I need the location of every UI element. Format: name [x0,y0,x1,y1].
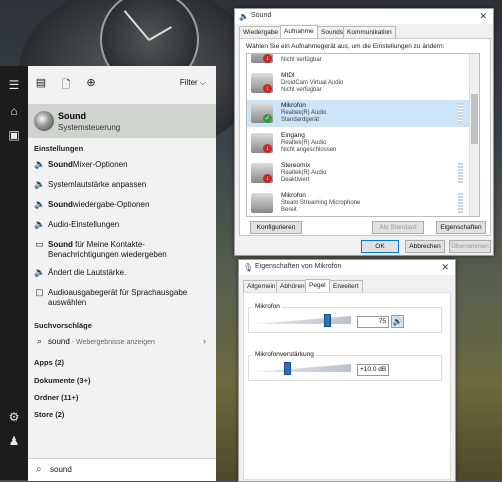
best-match-title: Sound [58,111,86,121]
tab-aufnahme[interactable]: Aufnahme [280,25,318,38]
boost-level-track[interactable] [255,364,351,372]
close-icon[interactable]: ✕ [441,262,449,273]
device-item-steam-mikrofon[interactable]: Mikrofon Steam Streaming Microphone Bere… [247,190,469,216]
category-folders[interactable]: Ordner (11+) [34,393,78,402]
volume-icon: 🔉 [34,267,46,277]
mikrofon-group: Mikrofon 75 🔊 [248,303,442,333]
microphone-icon: 🎙 [243,263,254,272]
disabled-badge-icon: ↓ [263,144,272,153]
mic-properties-dialog: 🎙 Eigenschaften von Mikrofon ✕ Allgemein… [238,259,456,482]
category-apps[interactable]: Apps (2) [34,358,64,367]
best-match-sound[interactable]: Sound Systemsteuerung [28,104,216,138]
settings-header: Einstellungen [34,144,84,153]
level-meter [458,163,463,183]
device-list: ↓ Nicht verfügbar ↓ MIDI DroidCam Virtua… [246,53,480,217]
boost-level-value: +10.0 dB [357,364,389,376]
speaker-icon: 🔈 [34,199,46,209]
setting-audio-settings[interactable]: 🔈 Audio-Einstellungen [28,216,216,234]
device-item[interactable]: ↓ Nicht verfügbar [247,54,469,67]
laptop-icon: ▭ [35,239,44,249]
boost-level-slider[interactable] [283,362,291,375]
document-grid-icon[interactable]: ▤ [34,76,48,90]
setting-system-volume[interactable]: 🔉 Systemlautstärke anpassen [28,176,216,194]
apply-button[interactable]: Übernehmen [449,240,491,253]
mic-level-slider[interactable] [324,314,331,327]
ok-button[interactable]: OK [361,240,399,253]
speaker-mute-icon[interactable]: 🔊 [391,315,404,328]
category-store[interactable]: Store (2) [34,410,64,419]
level-meter [458,103,463,123]
home-icon[interactable]: ⌂ [7,104,21,118]
mic-level-input[interactable]: 75 [357,316,389,328]
tab-wiedergabe[interactable]: Wiedergabe [239,26,283,38]
speaker-icon: 🔈 [34,159,46,169]
device-list-scrollbar[interactable] [469,54,479,216]
check-badge-icon: ✓ [263,114,272,123]
globe-icon[interactable]: ⊕ [84,76,98,90]
mic-level-track[interactable] [255,316,351,324]
speaker-icon: 🔈 [239,12,249,21]
best-match-subtitle: Systemsteuerung [58,123,121,132]
boost-group: Mikrofonverstärkung +10.0 dB [248,351,442,381]
volume-icon: 🔉 [34,179,46,189]
properties-button[interactable]: Eigenschaften [436,221,486,234]
recording-panel: Wählen Sie ein Aufnahmegerät aus, um die… [239,38,491,236]
setting-playback-options[interactable]: 🔈 Soundwiedergabe-Optionen [28,196,216,214]
taskbar: ☰ ⌂ ▣ ⚙ ♟ [0,66,28,480]
speech-icon: ▢ [35,287,44,297]
tab-allgemein[interactable]: Allgemein [243,280,280,292]
setting-speech-output[interactable]: ▢ Audioausgabegerät für Sprachausgabe au… [28,284,216,310]
tab-pegel[interactable]: Pegel [305,279,330,292]
microphone-icon [251,193,273,213]
feedback-icon[interactable]: ♟ [7,434,21,448]
device-item-eingang[interactable]: ↓ Eingang Realtek(R) Audio Nicht angesch… [247,130,469,157]
level-panel: Mikrofon 75 🔊 Mikrofonverstärkung +10.0 … [243,292,451,480]
search-panel: ▤ 🗋 ⊕ Filter ⌵ Sound Systemsteuerung Ein… [28,66,216,481]
sound-titlebar: 🔈 Sound ✕ [235,9,493,24]
device-item-midi[interactable]: ↓ MIDI DroidCam Virtual Audio Nicht verf… [247,70,469,97]
profile-icon[interactable]: ▣ [7,128,21,142]
chevron-down-icon: ⌵ [199,78,206,87]
sound-dialog: 🔈 Sound ✕ Wiedergabe Aufnahme Sounds Kom… [234,8,494,256]
search-icon: ⌕ [36,464,42,475]
device-item-mikrofon-realtek[interactable]: ✓ Mikrofon Realtek(R) Audio Standardgerä… [247,100,469,127]
tab-erweitert[interactable]: Erweitert [329,280,363,292]
search-panel-topbar: ▤ 🗋 ⊕ Filter ⌵ [28,66,216,102]
tab-abhoeren[interactable]: Abhören [276,280,309,292]
suggestion-sound-web[interactable]: ⌕ sound - Webergebnisse anzeigen › [28,333,216,351]
disabled-badge-icon: ↓ [263,54,272,63]
setting-contact-notifications[interactable]: ▭ Sound für Meine Kontakte- Benachrichti… [28,236,216,262]
level-meter [458,193,463,213]
filter-button[interactable]: Filter ⌵ [180,78,206,88]
disabled-badge-icon: ↓ [263,174,272,183]
category-documents[interactable]: Dokumente (3+) [34,376,90,385]
tab-kommunikation[interactable]: Kommunikation [343,26,396,38]
recording-hint: Wählen Sie ein Aufnahmegerät aus, um die… [246,43,445,50]
search-icon: ⌕ [36,336,43,346]
speaker-app-icon [34,111,54,131]
close-icon[interactable]: ✕ [479,11,487,22]
gear-icon[interactable]: ⚙ [7,410,21,424]
cancel-button[interactable]: Abbrechen [405,240,445,253]
disabled-badge-icon: ↓ [263,84,272,93]
setting-change-volume[interactable]: 🔉 Ändert die Lautstärke. [28,264,216,282]
configure-button[interactable]: Konfigurieren [250,221,302,234]
speaker-icon: 🔈 [34,219,46,229]
chevron-right-icon: › [203,336,206,346]
page-icon[interactable]: 🗋 [59,76,73,91]
hamburger-icon[interactable]: ☰ [7,78,21,92]
suggestions-header: Suchvorschläge [34,321,92,330]
mic-titlebar: 🎙 Eigenschaften von Mikrofon ✕ [239,260,455,275]
set-default-button[interactable]: Als Standard [372,221,424,234]
setting-mixer-options[interactable]: 🔈 SoundMixer-Optionen [28,156,216,174]
device-item-stereomix[interactable]: ↓ Stereomix Realtek(R) Audio Deaktiviert [247,160,469,187]
search-input[interactable]: ⌕ sound [28,458,216,481]
